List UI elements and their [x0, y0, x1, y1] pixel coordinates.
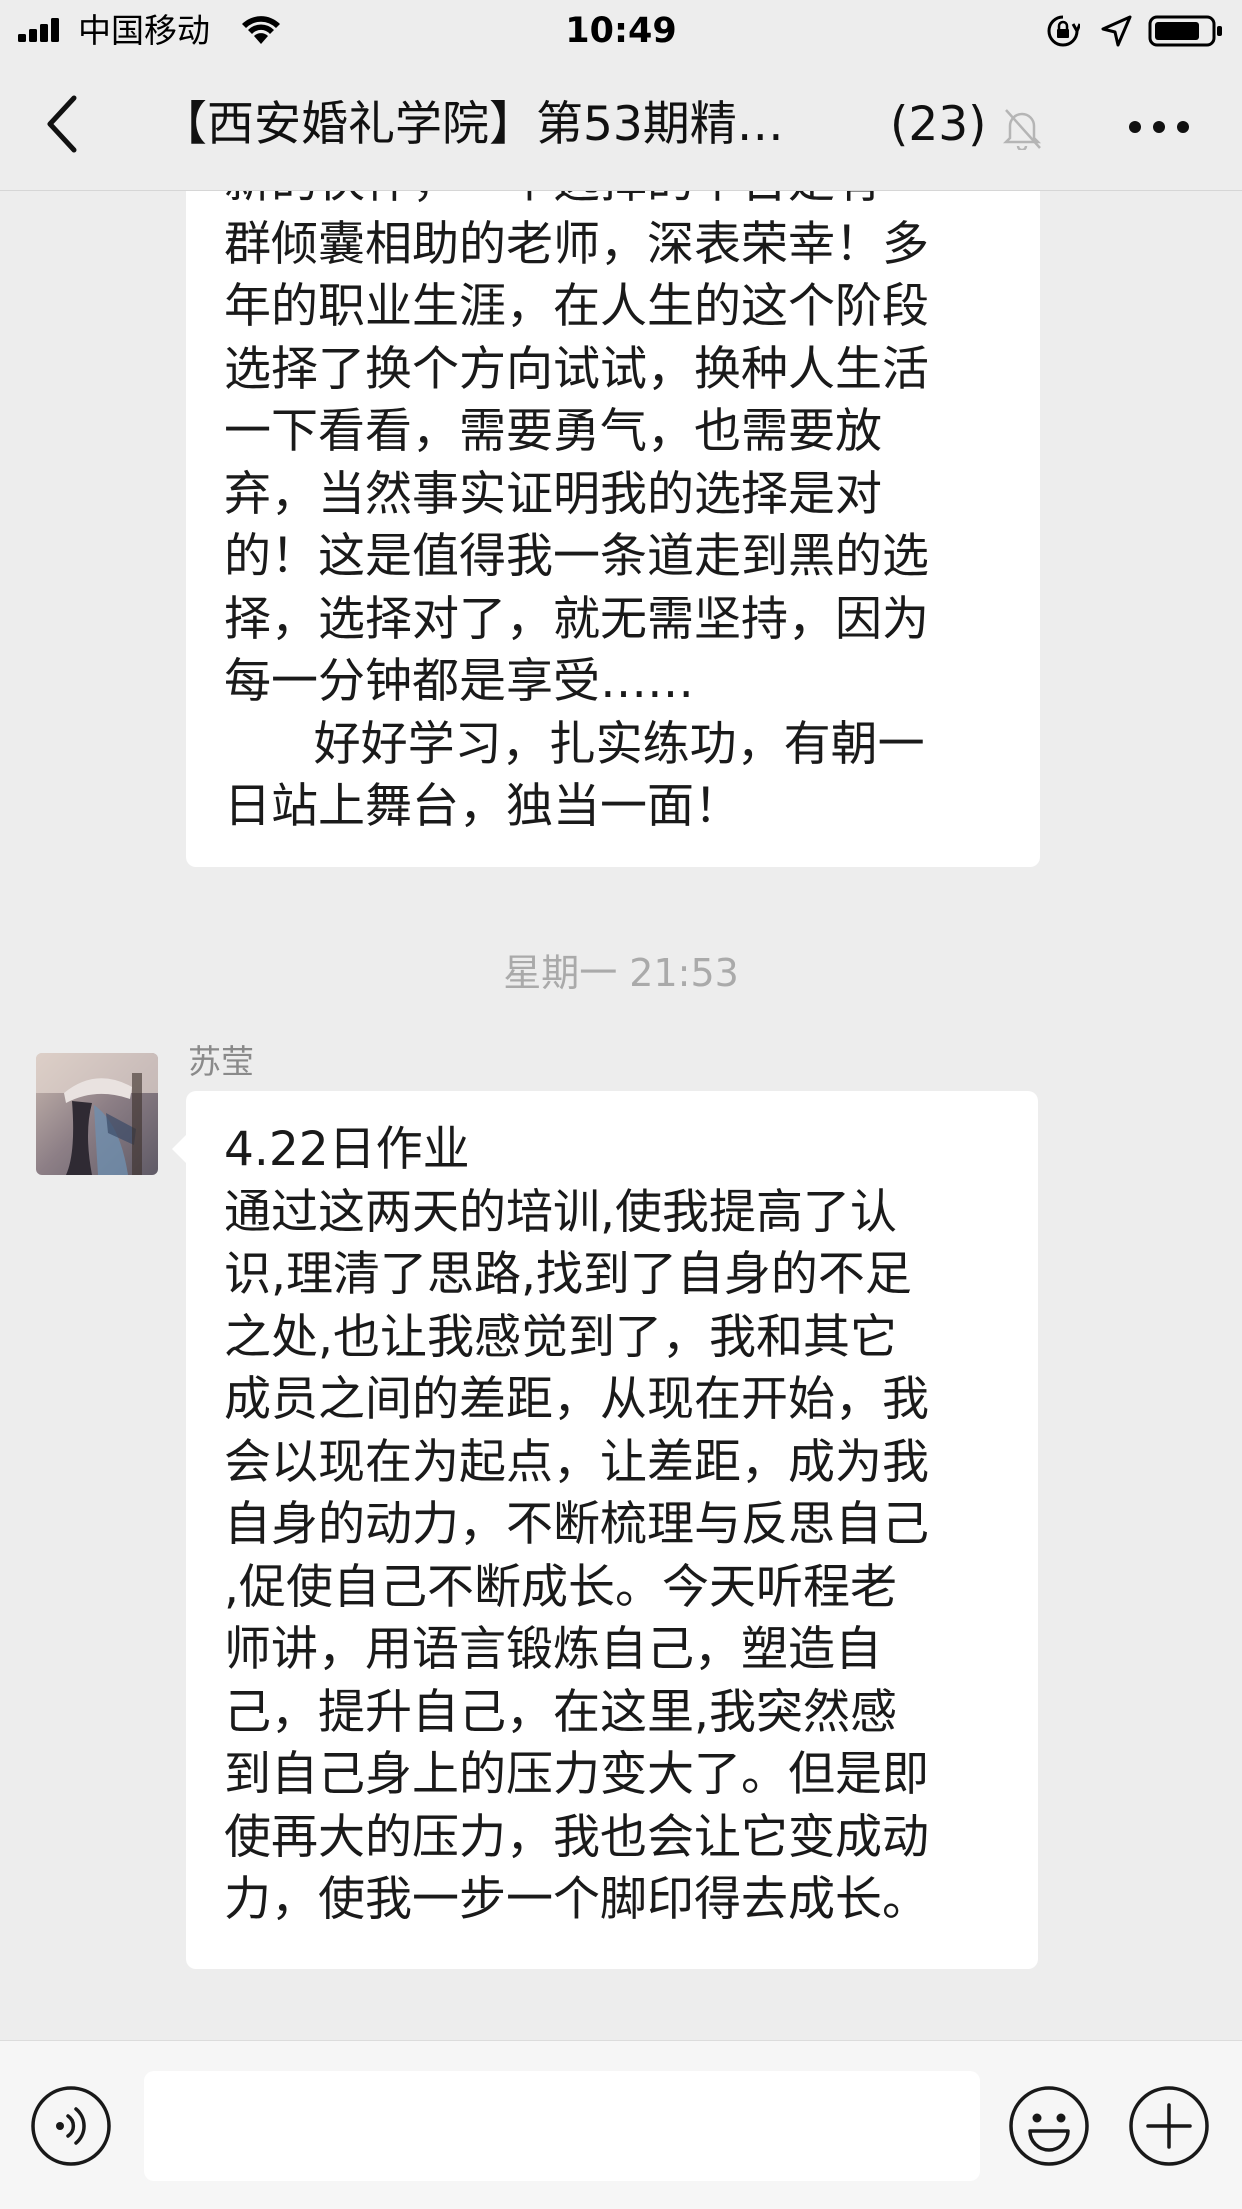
- location-icon: [1101, 15, 1132, 47]
- more-dots-icon[interactable]: [1128, 120, 1190, 134]
- time-divider: 星期一 21:53: [503, 951, 739, 995]
- rotation-lock-icon: [1047, 15, 1080, 47]
- nav-bar: 【西安婚礼学院】第53期精… (23): [0, 62, 1242, 191]
- emoji-icon[interactable]: [1008, 2085, 1090, 2167]
- chevron-left-icon[interactable]: [38, 92, 88, 156]
- message-text: 4.22日作业 通过这两天的培训,使我提高了认 识,理清了思路,找到了自身的不足…: [224, 1122, 929, 1927]
- plus-icon[interactable]: [1128, 2085, 1210, 2167]
- message-input[interactable]: [144, 2071, 980, 2181]
- sender-name: 苏莹: [188, 1042, 254, 1081]
- bell-slash-icon: [1002, 109, 1042, 150]
- input-bar: [0, 2040, 1242, 2209]
- message-bubble[interactable]: 新的伙伴，一个选择的平台是有 群倾囊相助的老师，深表荣幸！多 年的职业生涯，在人…: [186, 191, 1040, 867]
- voice-icon[interactable]: [30, 2085, 112, 2167]
- avatar[interactable]: [36, 1053, 158, 1175]
- chat-title: 【西安婚礼学院】第53期精…: [160, 97, 784, 152]
- battery-icon: [1148, 15, 1222, 47]
- member-count: (23): [890, 97, 987, 152]
- status-bar: 中国移动 10:49: [0, 0, 1242, 62]
- message-bubble[interactable]: 4.22日作业 通过这两天的培训,使我提高了认 识,理清了思路,找到了自身的不足…: [172, 1091, 1038, 1969]
- chat-area[interactable]: 新的伙伴，一个选择的平台是有 群倾囊相助的老师，深表荣幸！多 年的职业生涯，在人…: [0, 191, 1242, 2039]
- message-text: 新的伙伴，一个选择的平台是有 群倾囊相助的老师，深表荣幸！多 年的职业生涯，在人…: [224, 191, 929, 834]
